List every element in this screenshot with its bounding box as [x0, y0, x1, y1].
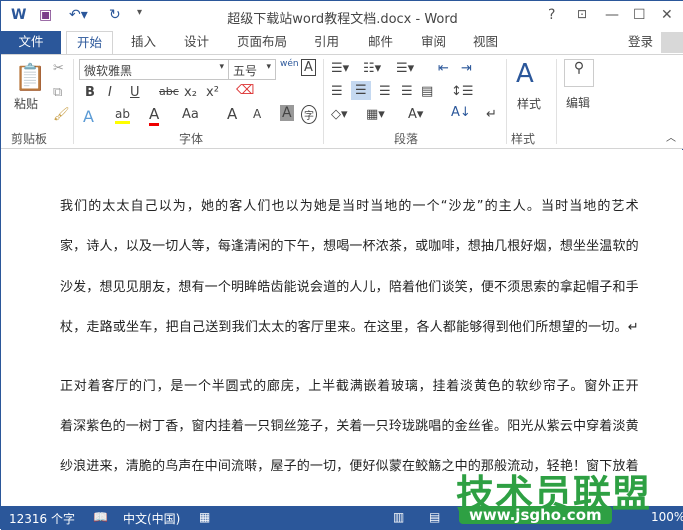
- language-indicator[interactable]: 中文(中国): [123, 510, 180, 527]
- underline-button[interactable]: U: [130, 85, 140, 100]
- tab-layout[interactable]: 页面布局: [227, 31, 297, 54]
- text-line: 正对着客厅的门，是一个半圆式的廊庑，上半截满嵌着玻璃，挂着淡黄色的软纱帘子。窗外…: [60, 379, 639, 394]
- text-line: 家，诗人，以及一切人等，每逢清闲的下午，想喝一杯浓茶，或咖啡，想抽几根好烟，想坐…: [60, 239, 639, 254]
- bold-button[interactable]: B: [85, 85, 95, 100]
- title-bar: W ▣ ↶▾ ↻ ▾ 超级下载站word教程文档.docx - Word ? ⊡…: [1, 1, 683, 31]
- paragraph-group-label: 段落: [394, 132, 419, 146]
- decrease-indent-icon[interactable]: ⇤: [438, 61, 449, 76]
- editing-button[interactable]: 编辑: [566, 94, 590, 111]
- text-effects-icon[interactable]: A: [83, 107, 94, 126]
- login-link[interactable]: 登录: [618, 31, 663, 54]
- tab-view[interactable]: 视图: [463, 31, 508, 54]
- tab-mailings[interactable]: 邮件: [358, 31, 403, 54]
- font-size-select[interactable]: 五号 ▾: [228, 59, 276, 80]
- tab-design[interactable]: 设计: [174, 31, 219, 54]
- cut-icon[interactable]: ✂: [53, 61, 64, 76]
- tab-file[interactable]: 文件: [1, 31, 61, 54]
- grow-font-button[interactable]: A: [227, 105, 237, 123]
- shrink-font-button[interactable]: A: [253, 107, 261, 121]
- strikethrough-button[interactable]: abc: [159, 85, 179, 98]
- font-group-label: 字体: [179, 132, 204, 146]
- text-line: 杖，走路或坐车，把自己送到我们太太的客厅里来。在这里，各人都能够得到他们所想望的…: [60, 320, 639, 335]
- char-shading-button[interactable]: A: [280, 105, 294, 121]
- clipboard-group-label: 剪贴板: [11, 132, 48, 146]
- text-line: 沙发，想见见朋友，想有一个明眸皓齿能说会道的人儿，陪着他们谈笑，便不须思索的拿起…: [60, 280, 639, 295]
- copy-icon[interactable]: ⧉: [53, 85, 62, 100]
- paste-icon[interactable]: 📋: [14, 63, 46, 93]
- clear-formatting-icon[interactable]: ⌫: [236, 83, 254, 98]
- bullets-icon[interactable]: ☰▾: [331, 61, 349, 76]
- align-left-icon[interactable]: ☰: [331, 84, 343, 99]
- tab-insert[interactable]: 插入: [121, 31, 166, 54]
- maximize-icon[interactable]: ☐: [633, 7, 646, 23]
- font-size-value: 五号: [233, 64, 258, 78]
- shading-icon[interactable]: ◇▾: [331, 107, 348, 122]
- find-binoculars-icon[interactable]: ⚲: [564, 59, 594, 87]
- collapse-ribbon-icon[interactable]: ︿: [666, 129, 676, 144]
- multilevel-list-icon[interactable]: ☰▾: [396, 61, 414, 76]
- styles-group-label: 样式: [511, 132, 536, 146]
- watermark-url: www.jsgho.com: [459, 506, 612, 524]
- chevron-down-icon: ▾: [219, 62, 224, 72]
- increase-indent-icon[interactable]: ⇥: [461, 61, 472, 76]
- char-border-button[interactable]: A: [301, 59, 316, 76]
- minimize-icon[interactable]: —: [605, 7, 619, 23]
- read-mode-icon[interactable]: ▥: [393, 510, 404, 524]
- tab-references[interactable]: 引用: [304, 31, 349, 54]
- distributed-icon[interactable]: ▤: [421, 84, 433, 99]
- close-icon[interactable]: ✕: [661, 7, 673, 23]
- highlight-icon[interactable]: ab: [115, 107, 130, 124]
- styles-icon[interactable]: A: [516, 59, 534, 89]
- avatar[interactable]: [661, 32, 683, 53]
- format-painter-icon[interactable]: 🖌: [53, 107, 70, 122]
- styles-button[interactable]: 样式: [517, 95, 541, 112]
- word-count[interactable]: 12316 个字: [9, 510, 75, 527]
- phonetic-guide-button[interactable]: wén: [280, 59, 299, 69]
- asian-layout-icon[interactable]: A▾: [408, 107, 423, 122]
- italic-button[interactable]: I: [108, 85, 112, 100]
- sort-icon[interactable]: A↓: [451, 105, 471, 120]
- help-button[interactable]: ?: [548, 7, 555, 23]
- font-name-select[interactable]: 微软雅黑 ▾: [79, 59, 229, 80]
- align-right-icon[interactable]: ☰: [379, 84, 391, 99]
- paste-button[interactable]: 粘贴: [14, 95, 38, 112]
- enclose-char-button[interactable]: 字: [301, 105, 317, 124]
- print-layout-icon[interactable]: ▤: [429, 510, 440, 524]
- font-color-icon[interactable]: A: [149, 105, 160, 126]
- text-line: 我们的太太自己以为，她的客人们也以为她是当时当地的一个“沙龙”的主人。当时当地的…: [60, 199, 639, 214]
- numbering-icon[interactable]: ☷▾: [363, 61, 381, 76]
- text-line: 着深紫色的一树丁香，窗内挂着一只铜丝笼子，关着一只玲珑跳唱的金丝雀。阳光从紫云中…: [60, 419, 639, 434]
- proofing-icon[interactable]: 📖: [93, 510, 108, 524]
- tab-review[interactable]: 审阅: [411, 31, 456, 54]
- font-name-value: 微软雅黑: [84, 64, 133, 78]
- ribbon-display-icon[interactable]: ⊡: [577, 7, 587, 21]
- change-case-button[interactable]: Aa: [182, 107, 199, 122]
- show-marks-icon[interactable]: ↵: [486, 107, 497, 122]
- tab-home[interactable]: 开始: [66, 31, 114, 55]
- align-center-icon[interactable]: ☰: [351, 81, 371, 100]
- macro-icon[interactable]: ▦: [199, 510, 210, 524]
- justify-icon[interactable]: ☰: [401, 84, 413, 99]
- superscript-button[interactable]: x²: [206, 85, 219, 100]
- subscript-button[interactable]: x₂: [184, 85, 197, 100]
- document-area[interactable]: 我们的太太自己以为，她的客人们也以为她是当时当地的一个“沙龙”的主人。当时当地的…: [1, 150, 683, 506]
- chevron-down-icon: ▾: [266, 62, 271, 72]
- zoom-level[interactable]: 100%: [651, 510, 683, 524]
- borders-icon[interactable]: ▦▾: [366, 107, 385, 122]
- line-spacing-icon[interactable]: ↕☰: [451, 84, 474, 99]
